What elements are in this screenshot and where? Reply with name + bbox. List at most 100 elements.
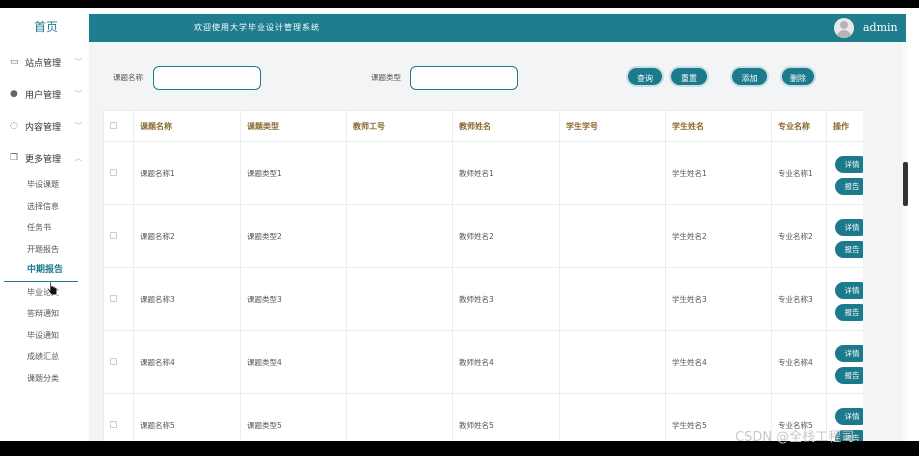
chevron-up-icon: ︿ bbox=[75, 154, 82, 162]
scrollbar-thumb[interactable] bbox=[903, 162, 908, 206]
column-header: 学生学号 bbox=[559, 110, 666, 142]
sidebar-item-defense[interactable]: 答辩通知 bbox=[4, 303, 88, 325]
table-row: 课题名称3 课题类型3 教师姓名3 学生姓名3 专业名称3 详情 报告 bbox=[103, 267, 863, 331]
detail-button[interactable]: 详情 bbox=[835, 219, 863, 236]
detail-button[interactable]: 详情 bbox=[835, 282, 863, 299]
avatar[interactable] bbox=[834, 18, 854, 38]
select-all-cell[interactable] bbox=[103, 110, 134, 142]
table-row: 课题名称4 课题类型4 教师姓名4 学生姓名4 专业名称4 详情 报告 bbox=[103, 330, 863, 394]
username[interactable]: admin bbox=[863, 21, 898, 34]
cell-title: 课题名称2 bbox=[133, 204, 241, 268]
cell-actions: 详情 报告 bbox=[826, 267, 863, 331]
cell-actions: 详情 报告 bbox=[826, 141, 863, 205]
delete-button[interactable]: 删除 bbox=[780, 66, 816, 87]
row-checkbox[interactable] bbox=[110, 357, 117, 365]
type-search-input[interactable] bbox=[410, 66, 518, 90]
sidebar-item-grades[interactable]: 成绩汇总 bbox=[4, 346, 88, 368]
cell-teacher-name: 教师姓名3 bbox=[452, 267, 560, 331]
table-header-row: 课题名称 课题类型 教师工号 教师姓名 学生学号 学生姓名 专业名称 操作 bbox=[103, 110, 863, 142]
sidebar-item-task[interactable]: 任务书 bbox=[4, 217, 88, 239]
column-header: 课题类型 bbox=[240, 110, 347, 142]
welcome-text: 欢迎使用大学毕业设计管理系统 bbox=[194, 23, 320, 32]
cell-student-id bbox=[559, 204, 666, 268]
row-checkbox[interactable] bbox=[110, 294, 117, 302]
row-select-cell[interactable] bbox=[103, 141, 134, 205]
row-select-cell[interactable] bbox=[103, 330, 134, 394]
cell-type: 课题类型4 bbox=[240, 330, 347, 394]
copy-icon: ❐ bbox=[10, 153, 19, 163]
detail-button[interactable]: 详情 bbox=[835, 408, 863, 425]
row-select-cell[interactable] bbox=[103, 267, 134, 331]
cell-student-id bbox=[559, 141, 666, 205]
column-header: 操作 bbox=[826, 110, 863, 142]
row-checkbox[interactable] bbox=[110, 168, 117, 176]
query-button[interactable]: 查询 bbox=[626, 66, 664, 87]
title-search-input[interactable] bbox=[153, 66, 261, 90]
table-row: 课题名称2 课题类型2 教师姓名2 学生姓名2 专业名称2 详情 报告 bbox=[103, 204, 863, 268]
sidebar-item-category[interactable]: 课题分类 bbox=[4, 368, 88, 390]
sidebar-item-topics[interactable]: 毕设课题 bbox=[4, 174, 88, 196]
cell-teacher-id bbox=[346, 204, 453, 268]
add-button[interactable]: 添加 bbox=[730, 66, 769, 87]
cell-type: 课题类型5 bbox=[240, 393, 347, 441]
cell-actions: 详情 报告 bbox=[826, 204, 863, 268]
cell-major: 专业名称1 bbox=[771, 141, 827, 205]
sidebar-group-label: 内容管理 bbox=[25, 122, 62, 133]
detail-button[interactable]: 详情 bbox=[835, 345, 863, 362]
chevron-down-icon: ﹀ bbox=[75, 122, 82, 130]
cell-actions: 详情 报告 bbox=[826, 330, 863, 394]
cell-teacher-id bbox=[346, 141, 453, 205]
cell-student-name: 学生姓名1 bbox=[665, 141, 772, 205]
sidebar-home[interactable]: 首页 bbox=[4, 8, 88, 46]
data-table: 课题名称 课题类型 教师工号 教师姓名 学生学号 学生姓名 专业名称 操作 课题… bbox=[103, 110, 863, 441]
sidebar-group-user[interactable]: ● 用户管理 ﹀ bbox=[4, 78, 88, 110]
detail-button[interactable]: 详情 bbox=[835, 156, 863, 173]
column-header: 学生姓名 bbox=[665, 110, 772, 142]
report-button[interactable]: 报告 bbox=[835, 178, 863, 195]
cell-type: 课题类型3 bbox=[240, 267, 347, 331]
row-select-cell[interactable] bbox=[103, 393, 134, 441]
sidebar-item-selection[interactable]: 选择信息 bbox=[4, 196, 88, 218]
column-header: 专业名称 bbox=[771, 110, 827, 142]
cell-teacher-id bbox=[346, 267, 453, 331]
sidebar-item-thesis[interactable]: 毕业论文 bbox=[4, 282, 88, 304]
report-button[interactable]: 报告 bbox=[835, 367, 863, 384]
cell-student-name: 学生姓名4 bbox=[665, 330, 772, 394]
sidebar-item-proposal[interactable]: 开题报告 bbox=[4, 239, 88, 261]
report-button[interactable]: 报告 bbox=[835, 241, 863, 258]
type-search-label: 课题类型 bbox=[371, 73, 401, 82]
sidebar-group-content[interactable]: ◌ 内容管理 ﹀ bbox=[4, 110, 88, 142]
row-checkbox[interactable] bbox=[110, 420, 117, 428]
watermark-text: CSDN @全栈工程司 bbox=[735, 430, 855, 445]
cell-teacher-id bbox=[346, 393, 453, 441]
cell-title: 课题名称5 bbox=[133, 393, 241, 441]
sidebar-item-notice[interactable]: 毕设通知 bbox=[4, 325, 88, 347]
column-header: 教师工号 bbox=[346, 110, 453, 142]
reset-button[interactable]: 重置 bbox=[669, 66, 709, 87]
sidebar-group-more[interactable]: ❐ 更多管理 ︿ bbox=[4, 142, 88, 174]
cell-major: 专业名称3 bbox=[771, 267, 827, 331]
scrollbar-track[interactable] bbox=[903, 42, 908, 441]
cell-student-id bbox=[559, 330, 666, 394]
cell-teacher-id bbox=[346, 330, 453, 394]
row-checkbox[interactable] bbox=[110, 231, 117, 239]
chat-icon: ◌ bbox=[10, 121, 18, 131]
cell-student-id bbox=[559, 393, 666, 441]
column-header: 课题名称 bbox=[133, 110, 241, 142]
select-all-checkbox[interactable] bbox=[110, 121, 117, 129]
cell-student-id bbox=[559, 267, 666, 331]
sidebar-item-midterm[interactable]: 中期报告 bbox=[4, 260, 78, 282]
row-select-cell[interactable] bbox=[103, 204, 134, 268]
cell-teacher-name: 教师姓名5 bbox=[452, 393, 560, 441]
user-icon: ● bbox=[10, 89, 18, 99]
sidebar-group-site[interactable]: ▭ 站点管理 ﹀ bbox=[4, 46, 88, 78]
cell-student-name: 学生姓名2 bbox=[665, 204, 772, 268]
cell-major: 专业名称4 bbox=[771, 330, 827, 394]
cell-title: 课题名称1 bbox=[133, 141, 241, 205]
sidebar-group-label: 站点管理 bbox=[25, 58, 62, 69]
cell-teacher-name: 教师姓名4 bbox=[452, 330, 560, 394]
chevron-down-icon: ﹀ bbox=[75, 58, 82, 66]
cell-major: 专业名称2 bbox=[771, 204, 827, 268]
cell-teacher-name: 教师姓名1 bbox=[452, 141, 560, 205]
report-button[interactable]: 报告 bbox=[835, 304, 863, 321]
